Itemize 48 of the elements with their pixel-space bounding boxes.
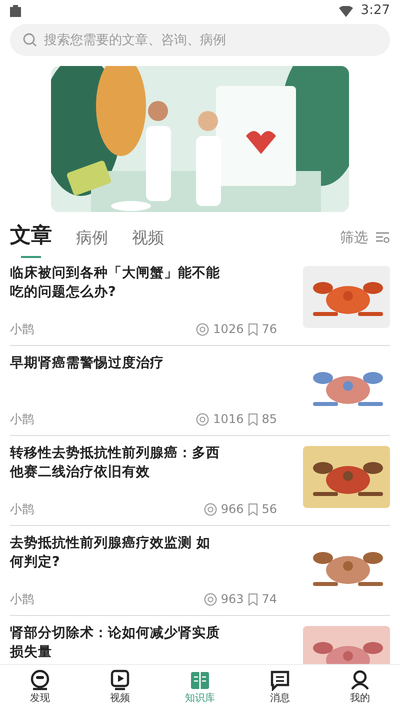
filter-icon[interactable]: [376, 232, 390, 244]
bookmark-icon: [248, 412, 258, 426]
view-count: 1026: [213, 321, 244, 338]
author-name: 小鹊: [10, 591, 34, 608]
view-count: 1016: [213, 411, 244, 428]
article-row[interactable]: 转移性去势抵抗性前列腺癌：多西他赛二线治疗依旧有效 小鹊 966 56: [10, 436, 390, 526]
favorite-count: 56: [262, 501, 277, 518]
favorite-count: 85: [262, 411, 277, 428]
author-name: 小鹊: [10, 321, 34, 338]
article-title: 临床被问到各种「大闸蟹」能不能吃的问题怎么办?: [10, 264, 221, 302]
view-count: 963: [220, 591, 244, 608]
article-title: 肾部分切除术：论如何减少肾实质损失量: [10, 624, 221, 662]
favorite-count: 76: [262, 321, 277, 338]
view-count: 966: [220, 501, 244, 518]
views-icon: [196, 322, 210, 336]
views-icon: [204, 592, 217, 606]
status-icon: [10, 5, 21, 17]
article-title: 转移性去势抵抗性前列腺癌：多西他赛二线治疗依旧有效: [10, 444, 221, 482]
author-name: 小鹊: [10, 501, 34, 518]
search-icon: [23, 33, 37, 47]
article-row[interactable]: 去势抵抗性前列腺癌疗效监测 如何判定? 小鹊 963 74: [10, 526, 390, 616]
views-icon: [196, 412, 210, 426]
tab[interactable]: 视频: [132, 221, 164, 255]
bookmark-icon: [248, 322, 258, 336]
tab[interactable]: 病例: [76, 221, 108, 255]
wifi-icon: [338, 6, 353, 16]
tab[interactable]: 文章: [10, 218, 52, 258]
bookmark-icon: [248, 502, 258, 516]
nav-tab[interactable]: 发现: [10, 669, 70, 706]
discover-icon: [29, 669, 51, 691]
favorite-count: 74: [262, 591, 277, 608]
bookmark-icon: [248, 592, 258, 606]
profile-icon: [349, 669, 371, 691]
nav-tab[interactable]: 我的: [330, 669, 390, 706]
message-icon: [269, 669, 291, 691]
article-title: 去势抵抗性前列腺癌疗效监测 如何判定?: [10, 534, 212, 572]
search-field[interactable]: 搜索您需要的文章、咨询、病例: [10, 24, 390, 56]
nav-tab[interactable]: 视频: [90, 669, 150, 706]
clock: 3:27: [360, 2, 390, 20]
video-icon: [109, 669, 131, 691]
book-icon: [189, 669, 211, 691]
author-name: 小鹊: [10, 411, 34, 428]
views-icon: [204, 502, 217, 516]
article-row[interactable]: 临床被问到各种「大闸蟹」能不能吃的问题怎么办? 小鹊 1026 76: [10, 256, 390, 346]
filter-button[interactable]: 筛选: [340, 228, 368, 248]
article-row[interactable]: 早期肾癌需警惕过度治疗 小鹊 1016 85: [10, 346, 390, 436]
article-title: 早期肾癌需警惕过度治疗: [10, 354, 165, 373]
nav-tab[interactable]: 消息: [250, 669, 310, 706]
